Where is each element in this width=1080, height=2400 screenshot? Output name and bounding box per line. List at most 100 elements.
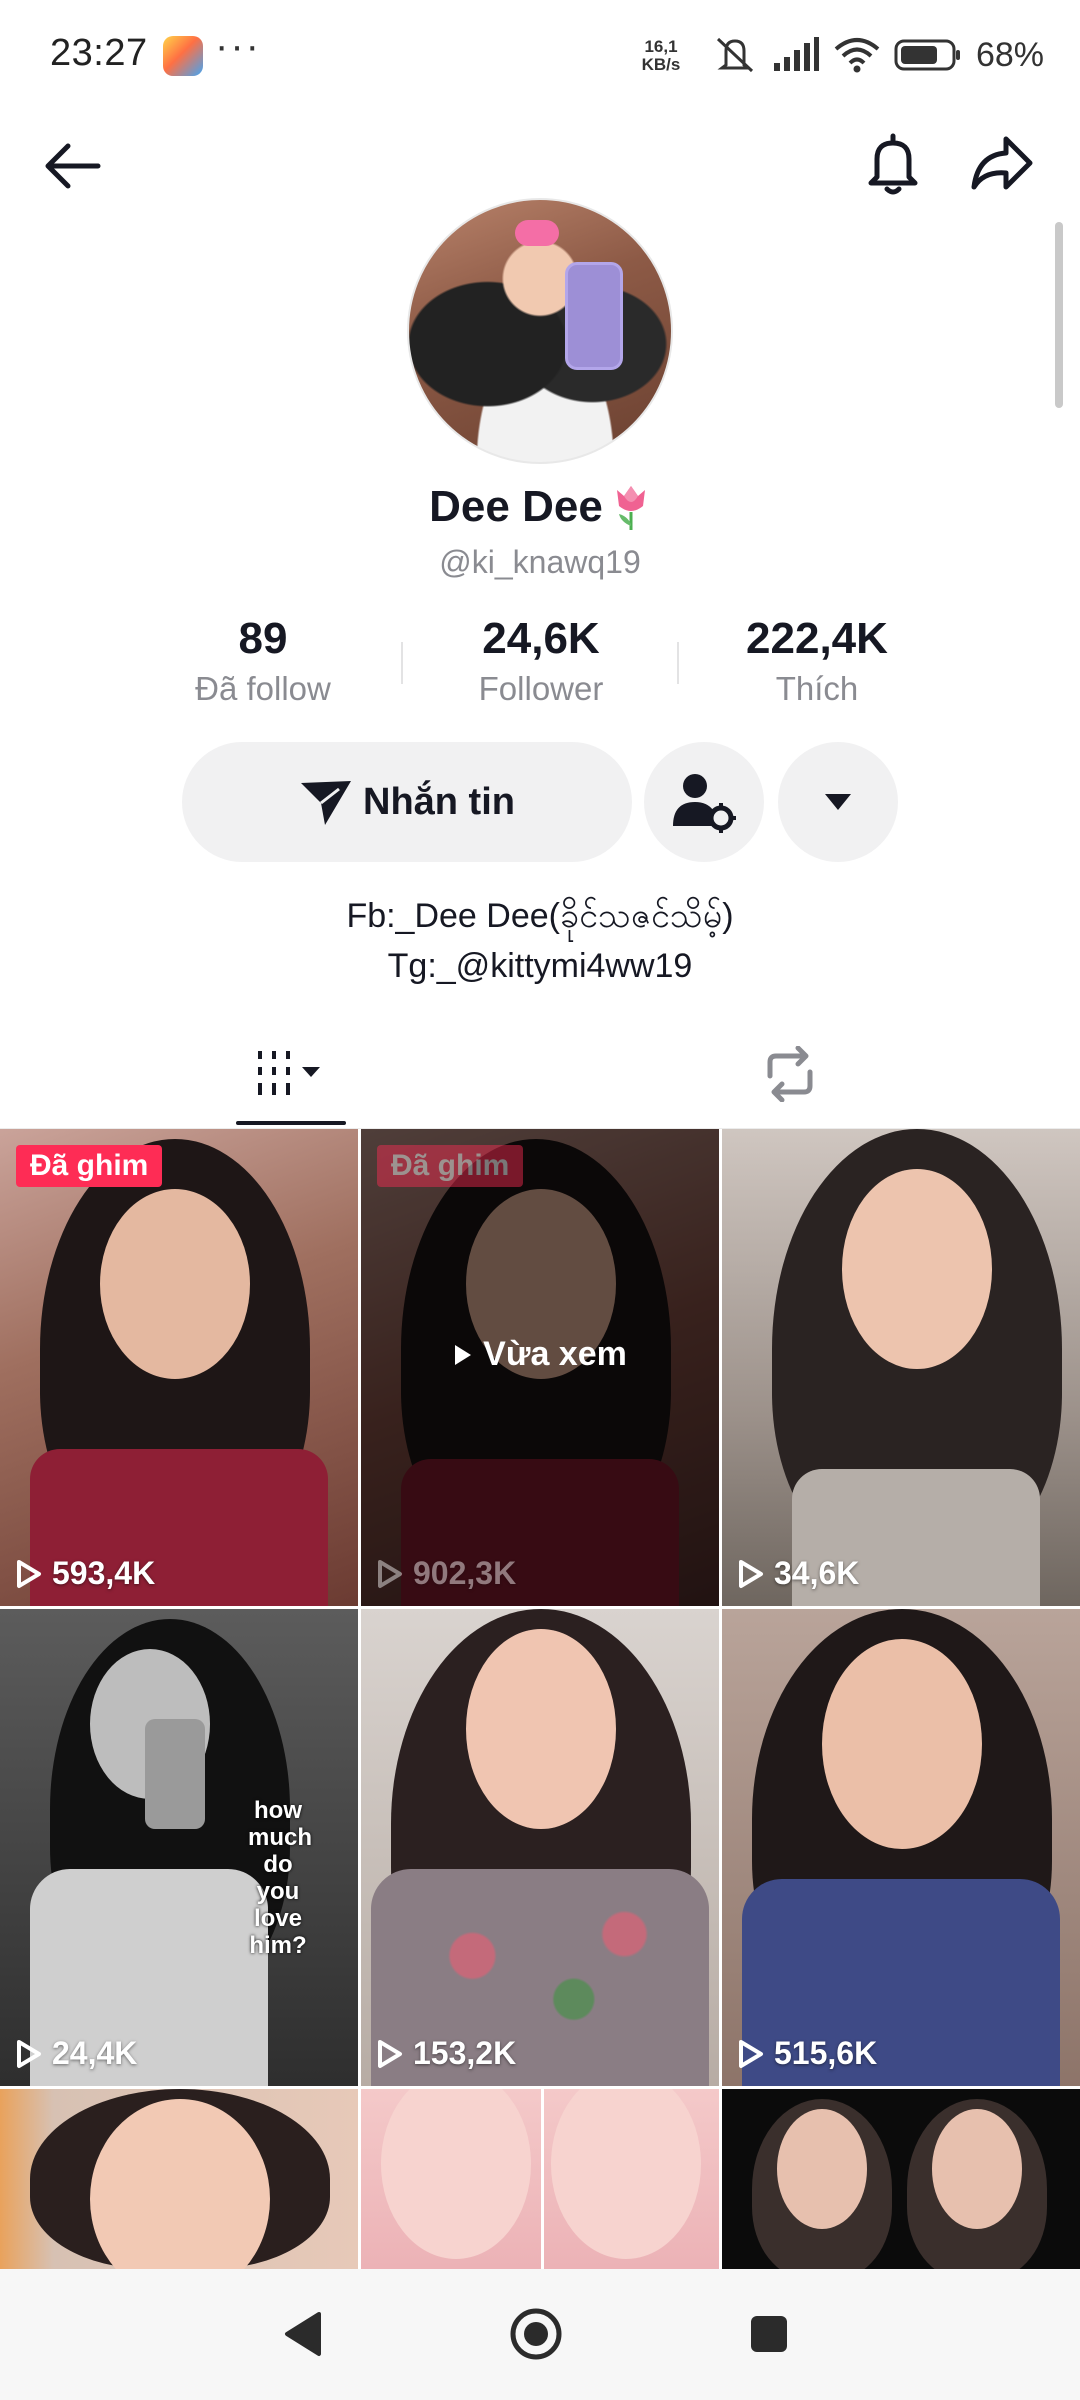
more-notifications-icon: ···: [215, 24, 261, 68]
stat-label: Follower: [478, 670, 604, 707]
status-icons: 68%: [712, 30, 1044, 80]
share-button[interactable]: [966, 128, 1038, 200]
arrow-left-icon: [45, 143, 101, 189]
view-count: 24,4K: [16, 2035, 137, 2072]
video-tile[interactable]: how much do you love him? 24,4K: [0, 1609, 358, 2086]
stat-label: Đã follow: [195, 670, 331, 707]
share-arrow-icon: [971, 136, 1033, 190]
thumb-face: [466, 1629, 616, 1829]
message-button[interactable]: Nhắn tin: [182, 742, 632, 862]
tab-reposts[interactable]: [730, 1026, 850, 1122]
friends-settings-button[interactable]: [644, 742, 764, 862]
app-notification-icon: [163, 36, 203, 76]
status-bar: 23:27 ··· 16,1 KB/s 68%: [0, 0, 1080, 110]
bio-line-1: Fb:_Dee Dee(ခိုင်သဇင်သိမ့်): [346, 897, 734, 935]
scrollbar[interactable]: [1055, 222, 1063, 408]
bell-icon: [868, 133, 918, 195]
battery-percent: 68%: [975, 35, 1044, 74]
view-count: 153,2K: [377, 2035, 516, 2072]
stat-value: 222,4K: [746, 614, 888, 663]
thumb-face: [822, 1639, 982, 1849]
stat-value: 24,6K: [482, 614, 600, 663]
more-options-dropdown[interactable]: [778, 742, 898, 862]
square-recents-icon: [751, 2316, 787, 2352]
video-tile[interactable]: 515,6K: [722, 1609, 1080, 2086]
view-count-text: 153,2K: [413, 2035, 517, 2071]
view-count: 515,6K: [738, 2035, 877, 2072]
net-speed: 16,1 KB/s: [636, 38, 686, 74]
stat-following[interactable]: 89 Đã follow: [133, 612, 393, 712]
play-icon: [455, 1344, 472, 1365]
play-outline-icon: [17, 2039, 41, 2068]
avatar-bow: [515, 220, 559, 246]
signal-icon: [773, 37, 819, 71]
nav-recents-button[interactable]: [719, 2289, 819, 2379]
thumb-face: [842, 1169, 992, 1369]
thumb-split: [541, 2089, 544, 2269]
video-tile[interactable]: 34,6K: [722, 1129, 1080, 1606]
nav-home-button[interactable]: [486, 2289, 586, 2379]
profile-name: Dee Dee: [429, 482, 603, 531]
view-count: 902,3K: [377, 1555, 516, 1592]
net-speed-unit: KB/s: [641, 55, 681, 74]
video-tile[interactable]: [722, 2089, 1080, 2269]
video-tile[interactable]: [361, 2089, 719, 2269]
wifi-icon: [834, 38, 880, 73]
mute-icon: [716, 37, 753, 73]
profile-stats: 89 Đã follow 24,6K Follower 222,4K Thích: [0, 612, 1080, 722]
triangle-back-icon: [285, 2312, 321, 2356]
video-tile[interactable]: [0, 2089, 358, 2269]
play-outline-icon: [378, 2039, 402, 2068]
video-tile[interactable]: Đã ghim 593,4K: [0, 1129, 358, 1606]
profile-page: 23:27 ··· 16,1 KB/s 68% Dee Dee @ki_knaw…: [0, 0, 1080, 2400]
person-settings-icon: [673, 774, 736, 833]
content-tabs: [0, 1026, 1080, 1126]
recently-watched-label: Vừa xem: [361, 1335, 719, 1374]
battery-icon: [894, 39, 960, 71]
view-count-text: 515,6K: [774, 2035, 878, 2071]
recently-watched-text: Vừa xem: [483, 1335, 627, 1373]
video-tile[interactable]: Đã ghim Vừa xem 902,3K: [361, 1129, 719, 1606]
view-count: 34,6K: [738, 1555, 859, 1592]
net-speed-value: 16,1: [644, 37, 678, 56]
pinned-badge: Đã ghim: [377, 1145, 524, 1187]
view-count-text: 902,3K: [413, 1555, 517, 1591]
thumb-face: [932, 2109, 1022, 2229]
status-time: 23:27: [50, 32, 148, 74]
video-tile[interactable]: 153,2K: [361, 1609, 719, 2086]
profile-handle: @ki_knawq19: [439, 544, 641, 580]
grid-bars-icon: [258, 1051, 320, 1095]
thumb-phone: [145, 1719, 205, 1829]
stat-value: 89: [238, 614, 288, 663]
thumb-face: [100, 1189, 250, 1379]
active-tab-indicator: [236, 1121, 346, 1125]
notification-bell-button[interactable]: [857, 128, 929, 200]
stat-divider: [677, 642, 679, 684]
video-grid: Đã ghim 593,4K Đã ghim Vừa xem 902,3K 34…: [0, 1129, 1080, 2269]
video-overlay-text: how much do you love him?: [248, 1797, 313, 1959]
stat-likes[interactable]: 222,4K Thích: [687, 612, 947, 712]
send-plane-icon: [301, 781, 351, 825]
repost-icon: [767, 1046, 813, 1102]
stat-label: Thích: [775, 670, 859, 707]
stat-followers[interactable]: 24,6K Follower: [411, 612, 671, 712]
avatar-phone: [565, 262, 623, 370]
message-button-label: Nhắn tin: [363, 780, 515, 823]
circle-home-icon: [510, 2308, 562, 2360]
nav-back-button[interactable]: [253, 2289, 353, 2379]
avatar[interactable]: [407, 198, 673, 464]
profile-name-row: Dee Dee: [0, 482, 1080, 532]
view-count-text: 34,6K: [774, 1555, 860, 1591]
play-outline-icon: [739, 1559, 763, 1588]
bio-line-2[interactable]: Tg:_@kittymi4ww19: [0, 947, 1080, 986]
view-count-text: 24,4K: [52, 2035, 138, 2071]
tulip-icon: [616, 486, 645, 530]
back-button[interactable]: [36, 130, 108, 202]
play-outline-icon: [378, 1559, 402, 1588]
pinned-badge: Đã ghim: [16, 1145, 163, 1187]
thumb-face: [777, 2109, 867, 2229]
caret-down-icon: [825, 794, 851, 810]
view-count-text: 593,4K: [52, 1555, 156, 1591]
system-nav-bar: [0, 2269, 1080, 2400]
tab-videos[interactable]: [230, 1026, 350, 1122]
